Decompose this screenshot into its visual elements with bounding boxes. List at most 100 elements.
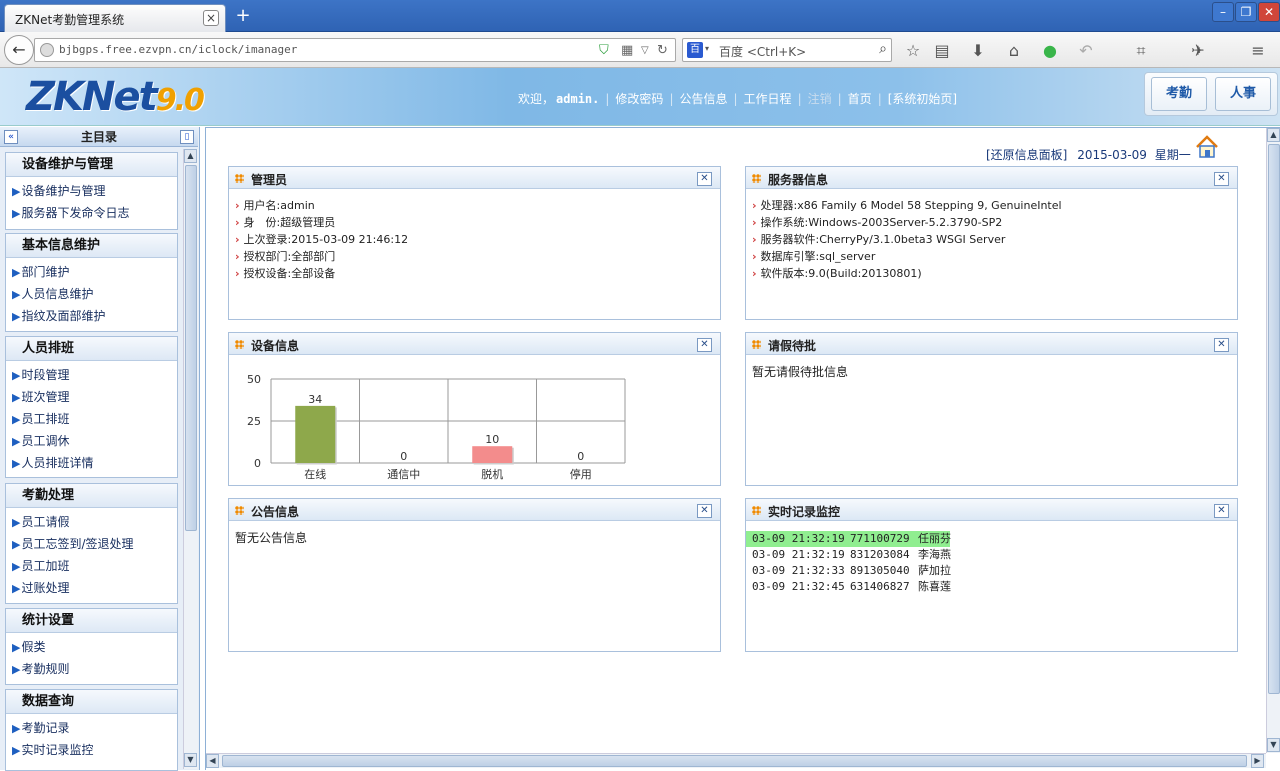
scroll-right-icon[interactable]: ▶ [1251,754,1264,768]
shield-icon[interactable]: ⛉ [599,43,609,58]
extension-icon[interactable]: ✈ [1188,41,1208,60]
panel-dots-icon [235,174,244,183]
menu-item-schedule-detail[interactable]: 人员排班详情 [6,452,177,474]
panel-dots-icon [752,506,761,515]
scroll-down-icon[interactable]: ▼ [184,753,197,767]
menu-group-attendance: 考勤处理 员工请假 员工忘签到/签退处理 员工加班 过账处理 [5,483,178,604]
scroll-down-icon[interactable]: ▼ [1267,738,1280,752]
pin-sidebar-icon[interactable]: ▯ [180,130,194,144]
panel-title: 实时记录监控 [768,505,841,519]
sidebar-header: « 主目录 ▯ [0,127,198,147]
menu-group-title[interactable]: 基本信息维护 [6,234,177,258]
menu-item-department[interactable]: 部门维护 [6,261,177,283]
menu-item-leave[interactable]: 员工请假 [6,511,177,533]
sidebar: « 主目录 ▯ 设备维护与管理 设备维护与管理 服务器下发命令日志 基本信息维护… [0,127,200,771]
bookmark-star-icon[interactable]: ☆ [903,41,923,60]
menu-group-title[interactable]: 人员排班 [6,337,177,361]
scrollbar-thumb[interactable] [1268,144,1280,694]
close-window-icon[interactable]: ✕ [1258,2,1280,22]
menu-item-attendance-records[interactable]: 考勤记录 [6,717,177,739]
qr-code-icon[interactable]: ▦ [621,43,633,58]
close-panel-icon[interactable]: ✕ [697,172,712,186]
menu-item-time-period[interactable]: 时段管理 [6,364,177,386]
menu-item-missed-punch[interactable]: 员工忘签到/签退处理 [6,533,177,555]
close-panel-icon[interactable]: ✕ [697,338,712,352]
change-password-link[interactable]: 修改密码 [609,92,669,106]
personnel-module-button[interactable]: 人事 [1215,77,1271,111]
menu-item-shift[interactable]: 班次管理 [6,386,177,408]
schedule-link[interactable]: 工作日程 [738,92,798,106]
minimize-icon[interactable]: – [1212,2,1234,22]
close-panel-icon[interactable]: ✕ [697,504,712,518]
reload-icon[interactable]: ↻ [657,43,668,58]
scrollbar-thumb[interactable] [222,755,1247,767]
menu-item-realtime-monitor[interactable]: 实时记录监控 [6,739,177,761]
home-icon[interactable] [1194,134,1220,160]
restore-panels-link[interactable]: [还原信息面板] [986,148,1067,162]
menu-item-posting[interactable]: 过账处理 [6,577,177,599]
dropdown-icon[interactable]: ▽ [641,45,649,56]
panel-title: 管理员 [251,173,288,187]
info-line: 用户名:admin [229,197,720,214]
sidebar-scrollbar[interactable]: ▲ ▼ [183,149,198,769]
menu-item-overtime[interactable]: 员工加班 [6,555,177,577]
download-icon[interactable]: ⬇ [968,41,988,60]
collapse-sidebar-icon[interactable]: « [4,130,18,144]
menu-group-title[interactable]: 统计设置 [6,609,177,633]
engine-dropdown-icon[interactable]: ▾ [705,44,709,53]
current-weekday: 星期一 [1154,148,1191,162]
menu-group-query: 数据查询 考勤记录 实时记录监控 [5,689,178,771]
menu-group-title[interactable]: 数据查询 [6,690,177,714]
menu-item-shift-swap[interactable]: 员工调休 [6,430,177,452]
home-link[interactable]: 首页 [842,92,878,106]
close-panel-icon[interactable]: ✕ [1214,172,1229,186]
scroll-up-icon[interactable]: ▲ [1267,128,1280,142]
attendance-module-button[interactable]: 考勤 [1151,77,1207,111]
maximize-icon[interactable]: ❐ [1235,2,1257,22]
panel-header: 实时记录监控 ✕ [746,499,1237,521]
home-icon[interactable]: ⌂ [1004,41,1024,60]
new-tab-button[interactable]: + [232,6,254,26]
browser-tab[interactable]: ZKNet考勤管理系统 × [4,4,226,32]
url-bar[interactable]: bjbgps.free.ezvpn.cn/iclock/imanager ⛉ ▦… [34,38,676,62]
menu-item-device-management[interactable]: 设备维护与管理 [6,180,177,202]
tab-close-icon[interactable]: × [203,10,219,26]
scrollbar-thumb[interactable] [185,165,197,531]
bar-value-label: 0 [577,450,584,463]
menu-item-fingerprint-face[interactable]: 指纹及面部维护 [6,305,177,327]
back-arrow-icon[interactable]: ← [4,35,34,65]
main-horizontal-scrollbar[interactable]: ◀ ▶ [206,753,1266,768]
menu-item-personnel-info[interactable]: 人员信息维护 [6,283,177,305]
panel-dots-icon [235,506,244,515]
menu-group-title[interactable]: 设备维护与管理 [6,153,177,177]
info-line: 授权部门:全部部门 [229,248,720,265]
scroll-left-icon[interactable]: ◀ [206,754,219,768]
logout-link[interactable]: 注销 [802,92,838,106]
notices-link[interactable]: 公告信息 [673,92,733,106]
reading-list-icon[interactable]: ▤ [932,41,952,60]
current-date: 2015-03-09 [1077,148,1147,162]
wechat-icon[interactable]: ● [1040,41,1060,60]
tab-title: ZKNet考勤管理系统 [15,13,125,27]
search-bar[interactable]: 百 ▾ 百度 <Ctrl+K> ⌕ [682,38,892,62]
menu-icon[interactable]: ≡ [1248,41,1268,60]
menu-item-command-log[interactable]: 服务器下发命令日志 [6,202,177,224]
undo-icon[interactable]: ↶ [1076,41,1096,60]
info-line: 身 份:超级管理员 [229,214,720,231]
admin-panel: 管理员 ✕ 用户名:admin 身 份:超级管理员 上次登录:2015-03-0… [228,166,721,320]
menu-group-title[interactable]: 考勤处理 [6,484,177,508]
close-panel-icon[interactable]: ✕ [1214,338,1229,352]
search-icon[interactable]: ⌕ [879,41,887,57]
menu-item-attendance-rules[interactable]: 考勤规则 [6,658,177,680]
crop-icon[interactable]: ⌗ [1131,41,1151,61]
menu-item-employee-schedule[interactable]: 员工排班 [6,408,177,430]
baidu-engine-icon[interactable]: 百 [687,42,703,58]
url-text[interactable]: bjbgps.free.ezvpn.cn/iclock/imanager [59,43,297,56]
scroll-up-icon[interactable]: ▲ [184,149,197,163]
main-vertical-scrollbar[interactable]: ▲ ▼ [1266,128,1280,753]
menu-item-leave-type[interactable]: 假类 [6,636,177,658]
close-panel-icon[interactable]: ✕ [1214,504,1229,518]
system-home-link[interactable]: [系统初始页] [882,92,963,106]
info-line: 服务器软件:CherryPy/3.1.0beta3 WSGI Server [746,231,1237,248]
search-placeholder[interactable]: 百度 <Ctrl+K> [719,43,806,60]
